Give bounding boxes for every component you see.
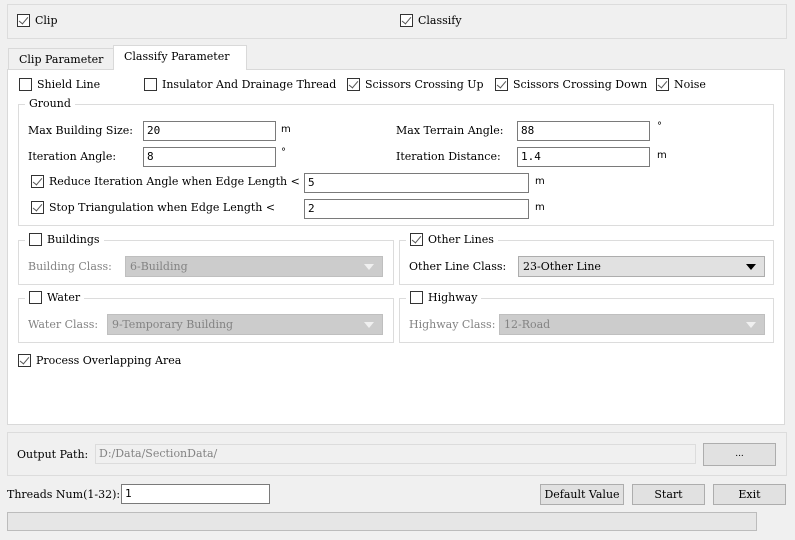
ground-group: Ground Max Building Size: 20 m Max Terra… bbox=[18, 97, 774, 226]
scissors-up-label: Scissors Crossing Up bbox=[365, 78, 484, 91]
other-lines-group: Other Lines Other Line Class: 23-Other L… bbox=[399, 233, 774, 285]
clip-checkbox-box[interactable] bbox=[17, 14, 30, 27]
other-line-class-value: 23-Other Line bbox=[523, 260, 601, 273]
highway-checkbox[interactable] bbox=[410, 291, 423, 304]
noise-checkbox-box[interactable] bbox=[656, 78, 669, 91]
water-class-label: Water Class: bbox=[28, 318, 99, 331]
process-overlapping-checkbox-box[interactable] bbox=[18, 354, 31, 367]
shield-line-checkbox[interactable]: Shield Line bbox=[19, 78, 100, 91]
buildings-checkbox[interactable] bbox=[29, 233, 42, 246]
classify-label: Classify bbox=[418, 14, 462, 27]
process-overlapping-checkbox[interactable]: Process Overlapping Area bbox=[18, 354, 181, 367]
output-path-input[interactable]: D:/Data/SectionData/ bbox=[95, 444, 696, 464]
noise-label: Noise bbox=[674, 78, 706, 91]
max-building-size-unit: m bbox=[281, 124, 291, 135]
insulator-checkbox-box[interactable] bbox=[144, 78, 157, 91]
water-class-value: 9-Temporary Building bbox=[112, 318, 234, 331]
scissors-down-checkbox-box[interactable] bbox=[495, 78, 508, 91]
water-class-select[interactable]: 9-Temporary Building bbox=[107, 314, 383, 335]
browse-button[interactable]: ... bbox=[703, 443, 776, 466]
scissors-up-checkbox-box[interactable] bbox=[347, 78, 360, 91]
iteration-distance-unit: m bbox=[657, 150, 667, 161]
max-terrain-angle-input[interactable]: 88 bbox=[517, 121, 650, 141]
building-class-select[interactable]: 6-Building bbox=[125, 256, 383, 277]
reduce-iteration-checkbox[interactable]: Reduce Iteration Angle when Edge Length … bbox=[31, 175, 300, 188]
exit-button[interactable]: Exit bbox=[713, 484, 786, 505]
reduce-iteration-input[interactable]: 5 bbox=[304, 173, 529, 193]
mode-group bbox=[7, 4, 787, 39]
buildings-group: Buildings Building Class: 6-Building bbox=[18, 233, 394, 285]
highway-legend[interactable]: Highway bbox=[406, 291, 482, 304]
clip-checkbox[interactable]: Clip bbox=[17, 14, 58, 27]
max-terrain-angle-unit: ° bbox=[657, 121, 662, 132]
building-class-label: Building Class: bbox=[28, 260, 112, 273]
insulator-checkbox[interactable]: Insulator And Drainage Thread bbox=[144, 78, 336, 91]
reduce-iteration-unit: m bbox=[535, 176, 545, 187]
classify-checkbox-box[interactable] bbox=[400, 14, 413, 27]
highway-title: Highway bbox=[428, 291, 478, 304]
iteration-angle-label: Iteration Angle: bbox=[28, 150, 117, 163]
iteration-distance-label: Iteration Distance: bbox=[396, 150, 501, 163]
highway-class-label: Highway Class: bbox=[409, 318, 496, 331]
tab-clip-parameter[interactable]: Clip Parameter bbox=[8, 48, 114, 70]
stop-triangulation-input[interactable]: 2 bbox=[304, 199, 529, 219]
other-lines-legend[interactable]: Other Lines bbox=[406, 233, 498, 246]
scissors-down-label: Scissors Crossing Down bbox=[513, 78, 648, 91]
chevron-down-icon bbox=[746, 264, 756, 270]
max-building-size-input[interactable]: 20 bbox=[143, 121, 276, 141]
ground-legend: Ground bbox=[25, 97, 75, 110]
scissors-down-checkbox[interactable]: Scissors Crossing Down bbox=[495, 78, 647, 91]
scissors-up-checkbox[interactable]: Scissors Crossing Up bbox=[347, 78, 484, 91]
highway-class-value: 12-Road bbox=[504, 318, 551, 331]
reduce-iteration-label: Reduce Iteration Angle when Edge Length … bbox=[49, 175, 300, 188]
iteration-distance-input[interactable]: 1.4 bbox=[517, 147, 650, 167]
stop-triangulation-unit: m bbox=[535, 202, 545, 213]
water-checkbox[interactable] bbox=[29, 291, 42, 304]
other-line-class-label: Other Line Class: bbox=[409, 260, 507, 273]
clip-label: Clip bbox=[35, 14, 58, 27]
reduce-iteration-checkbox-box[interactable] bbox=[31, 175, 44, 188]
iteration-angle-input[interactable]: 8 bbox=[143, 147, 276, 167]
max-building-size-label: Max Building Size: bbox=[28, 124, 133, 137]
buildings-title: Buildings bbox=[47, 233, 100, 246]
other-lines-checkbox[interactable] bbox=[410, 233, 423, 246]
water-group: Water Water Class: 9-Temporary Building bbox=[18, 291, 394, 343]
water-title: Water bbox=[47, 291, 81, 304]
stop-triangulation-checkbox[interactable]: Stop Triangulation when Edge Length < bbox=[31, 201, 275, 214]
classify-checkbox[interactable]: Classify bbox=[400, 14, 462, 27]
building-class-value: 6-Building bbox=[130, 260, 188, 273]
output-path-label: Output Path: bbox=[17, 448, 89, 461]
max-terrain-angle-label: Max Terrain Angle: bbox=[396, 124, 504, 137]
tab-classify-parameter[interactable]: Classify Parameter bbox=[113, 45, 247, 70]
buildings-legend[interactable]: Buildings bbox=[25, 233, 104, 246]
water-legend[interactable]: Water bbox=[25, 291, 85, 304]
stop-triangulation-checkbox-box[interactable] bbox=[31, 201, 44, 214]
chevron-down-icon bbox=[364, 322, 374, 328]
highway-group: Highway Highway Class: 12-Road bbox=[399, 291, 774, 343]
shield-line-checkbox-box[interactable] bbox=[19, 78, 32, 91]
other-lines-title: Other Lines bbox=[428, 233, 494, 246]
start-button[interactable]: Start bbox=[632, 484, 705, 505]
other-line-class-select[interactable]: 23-Other Line bbox=[518, 256, 765, 277]
threads-input[interactable]: 1 bbox=[121, 484, 270, 504]
noise-checkbox[interactable]: Noise bbox=[656, 78, 706, 91]
iteration-angle-unit: ° bbox=[281, 147, 286, 158]
default-value-button[interactable]: Default Value bbox=[540, 484, 624, 505]
progress-bar bbox=[7, 512, 757, 531]
process-overlapping-label: Process Overlapping Area bbox=[36, 354, 182, 367]
chevron-down-icon bbox=[364, 264, 374, 270]
ground-title: Ground bbox=[29, 97, 71, 110]
chevron-down-icon bbox=[746, 322, 756, 328]
highway-class-select[interactable]: 12-Road bbox=[499, 314, 765, 335]
insulator-label: Insulator And Drainage Thread bbox=[162, 78, 337, 91]
threads-label: Threads Num(1-32): bbox=[7, 488, 121, 501]
classify-parameter-panel: Shield Line Insulator And Drainage Threa… bbox=[7, 69, 785, 425]
shield-line-label: Shield Line bbox=[37, 78, 101, 91]
stop-triangulation-label: Stop Triangulation when Edge Length < bbox=[49, 201, 276, 214]
